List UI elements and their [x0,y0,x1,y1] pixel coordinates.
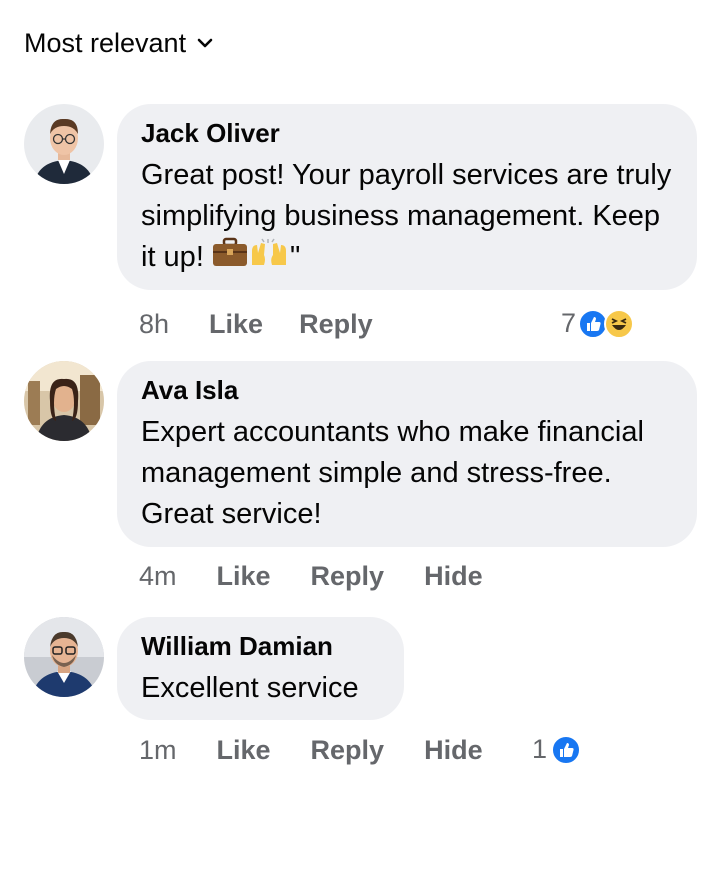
comment-author[interactable]: Jack Oliver [141,118,673,149]
comment-actions: 4m Like Reply Hide [139,561,483,592]
comment-author[interactable]: William Damian [141,631,380,662]
comment-author[interactable]: Ava Isla [141,375,673,406]
like-button[interactable]: Like [217,735,271,766]
like-reaction-icon [551,734,582,765]
comment-text: Excellent service [141,672,359,704]
briefcase-emoji [212,237,248,279]
comment-timestamp[interactable]: 8h [139,309,169,340]
comment-text: Expert accountants who make financial ma… [141,416,644,530]
hide-button[interactable]: Hide [424,735,483,766]
reaction-count: 7 [561,308,577,338]
reaction-summary[interactable]: 1 [532,734,582,765]
comment-text: Great post! Your payroll services are tr… [141,155,673,279]
avatar[interactable] [24,617,104,697]
comment-text-suffix: " [289,241,301,273]
reply-button[interactable]: Reply [311,561,385,592]
haha-reaction-icon [604,308,635,339]
like-button[interactable]: Like [217,561,271,592]
reply-button[interactable]: Reply [299,309,373,340]
chevron-down-icon [196,28,214,59]
comment-timestamp[interactable]: 4m [139,561,177,592]
comment-actions: 1m Like Reply Hide [139,735,483,766]
hide-button[interactable]: Hide [424,561,483,592]
like-button[interactable]: Like [209,309,263,340]
comment-bubble: William Damian Excellent service [117,617,404,720]
reaction-summary[interactable]: 7 [561,308,635,339]
comment-actions: 8h Like Reply [139,309,373,340]
sort-dropdown[interactable]: Most relevant [24,28,214,59]
avatar[interactable] [24,104,104,184]
comment-timestamp[interactable]: 1m [139,735,177,766]
comment-bubble: Jack Oliver Great post! Your payroll ser… [117,104,697,290]
reaction-count: 1 [532,734,548,764]
reply-button[interactable]: Reply [311,735,385,766]
raising-hands-emoji [248,237,290,279]
comment-bubble: Ava Isla Expert accountants who make fin… [117,361,697,547]
avatar[interactable] [24,361,104,441]
sort-label: Most relevant [24,28,187,58]
